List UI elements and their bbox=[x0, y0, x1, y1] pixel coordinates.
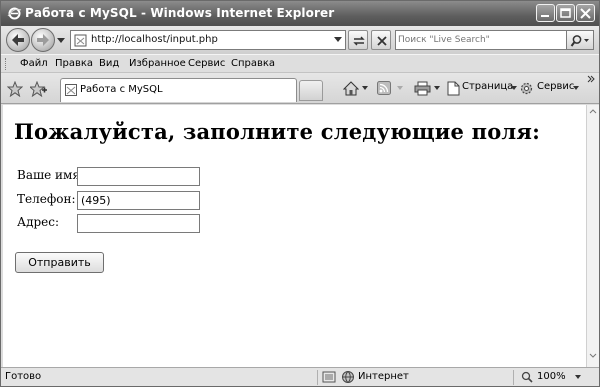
chevron-down-icon[interactable] bbox=[573, 86, 579, 90]
maximize-icon bbox=[560, 8, 571, 18]
ie-icon bbox=[7, 7, 22, 20]
protected-mode-icon bbox=[322, 371, 336, 383]
page-menu-icon[interactable] bbox=[447, 81, 460, 96]
window-title: Работа с MySQL - Windows Internet Explor… bbox=[25, 6, 335, 20]
chevron-down-icon[interactable] bbox=[362, 86, 368, 90]
stop-button[interactable] bbox=[371, 30, 391, 50]
printer-icon[interactable] bbox=[414, 81, 431, 96]
tab-bar: Работа с MySQL Страница Сервис bbox=[1, 73, 599, 104]
address-field[interactable] bbox=[77, 214, 200, 233]
refresh-icon bbox=[353, 36, 365, 46]
close-icon bbox=[580, 8, 591, 19]
security-zone[interactable]: Интернет bbox=[358, 371, 409, 382]
menu-view[interactable]: Вид bbox=[99, 58, 119, 69]
search-input[interactable] bbox=[398, 33, 564, 47]
menu-file[interactable]: Файл bbox=[20, 58, 48, 69]
search-button[interactable] bbox=[566, 30, 594, 50]
toolbar-grip[interactable] bbox=[5, 58, 8, 70]
stop-icon bbox=[377, 36, 387, 46]
star-icon[interactable] bbox=[7, 81, 23, 97]
forward-button[interactable] bbox=[31, 28, 55, 52]
globe-icon bbox=[342, 371, 354, 384]
menu-favorites[interactable]: Избранное bbox=[129, 58, 186, 69]
status-divider bbox=[513, 370, 514, 385]
chevron-right-icon[interactable] bbox=[587, 75, 595, 83]
new-tab-button[interactable] bbox=[299, 80, 323, 101]
status-text: Готово bbox=[5, 371, 42, 382]
address-label: Адрес: bbox=[17, 215, 60, 229]
address-bar[interactable]: http://localhost/input.php bbox=[70, 30, 346, 50]
phone-label: Телефон: bbox=[17, 192, 76, 206]
menu-bar: Файл Правка Вид Избранное Сервис Справка bbox=[1, 54, 599, 73]
name-field[interactable] bbox=[77, 167, 200, 186]
page-icon bbox=[65, 84, 77, 96]
scroll-up-icon[interactable] bbox=[589, 108, 597, 114]
tab-active[interactable]: Работа с MySQL bbox=[60, 78, 297, 102]
history-dropdown-icon[interactable] bbox=[57, 38, 65, 43]
url-text[interactable]: http://localhost/input.php bbox=[91, 34, 218, 45]
name-label: Ваше имя: bbox=[17, 168, 84, 182]
zoom-icon[interactable] bbox=[521, 371, 533, 383]
forward-arrow-icon bbox=[37, 34, 49, 46]
page-heading: Пожалуйста, заполните следующие поля: bbox=[14, 119, 541, 144]
chevron-down-icon[interactable] bbox=[575, 375, 581, 379]
status-bar: Готово Интернет 100% bbox=[1, 367, 599, 386]
browser-window: Работа с MySQL - Windows Internet Explor… bbox=[0, 0, 600, 387]
status-divider bbox=[317, 370, 318, 385]
home-icon[interactable] bbox=[343, 81, 359, 96]
phone-field[interactable] bbox=[77, 191, 200, 210]
magnifier-icon bbox=[570, 35, 589, 47]
add-favorite-icon[interactable] bbox=[30, 81, 48, 97]
chevron-down-icon[interactable] bbox=[334, 37, 342, 42]
back-button[interactable] bbox=[6, 28, 30, 52]
scroll-down-icon[interactable] bbox=[589, 353, 597, 359]
tools-menu-button[interactable]: Сервис bbox=[537, 81, 574, 92]
page-icon bbox=[74, 34, 87, 47]
minimize-button[interactable] bbox=[536, 4, 555, 22]
submit-button[interactable]: Отправить bbox=[15, 252, 104, 273]
menu-edit[interactable]: Правка bbox=[55, 58, 93, 69]
maximize-button[interactable] bbox=[556, 4, 575, 22]
back-arrow-icon bbox=[12, 34, 24, 46]
refresh-button[interactable] bbox=[348, 30, 368, 50]
zoom-level[interactable]: 100% bbox=[537, 371, 566, 382]
navigation-bar: http://localhost/input.php bbox=[1, 26, 599, 54]
page-menu-button[interactable]: Страница bbox=[462, 81, 513, 92]
chevron-down-icon[interactable] bbox=[434, 86, 440, 90]
rss-icon[interactable] bbox=[377, 81, 391, 95]
vertical-scrollbar[interactable] bbox=[586, 105, 599, 367]
gear-icon[interactable] bbox=[519, 81, 534, 96]
tab-label: Работа с MySQL bbox=[80, 84, 163, 95]
close-button[interactable] bbox=[576, 4, 595, 22]
chevron-down-icon[interactable] bbox=[511, 86, 517, 90]
title-bar: Работа с MySQL - Windows Internet Explor… bbox=[1, 1, 599, 26]
page-content: Пожалуйста, заполните следующие поля: Ва… bbox=[3, 105, 586, 367]
search-box[interactable] bbox=[395, 30, 567, 50]
minimize-icon bbox=[541, 15, 549, 17]
chevron-down-icon[interactable] bbox=[397, 86, 403, 90]
menu-help[interactable]: Справка bbox=[231, 58, 275, 69]
menu-tools[interactable]: Сервис bbox=[188, 58, 225, 69]
